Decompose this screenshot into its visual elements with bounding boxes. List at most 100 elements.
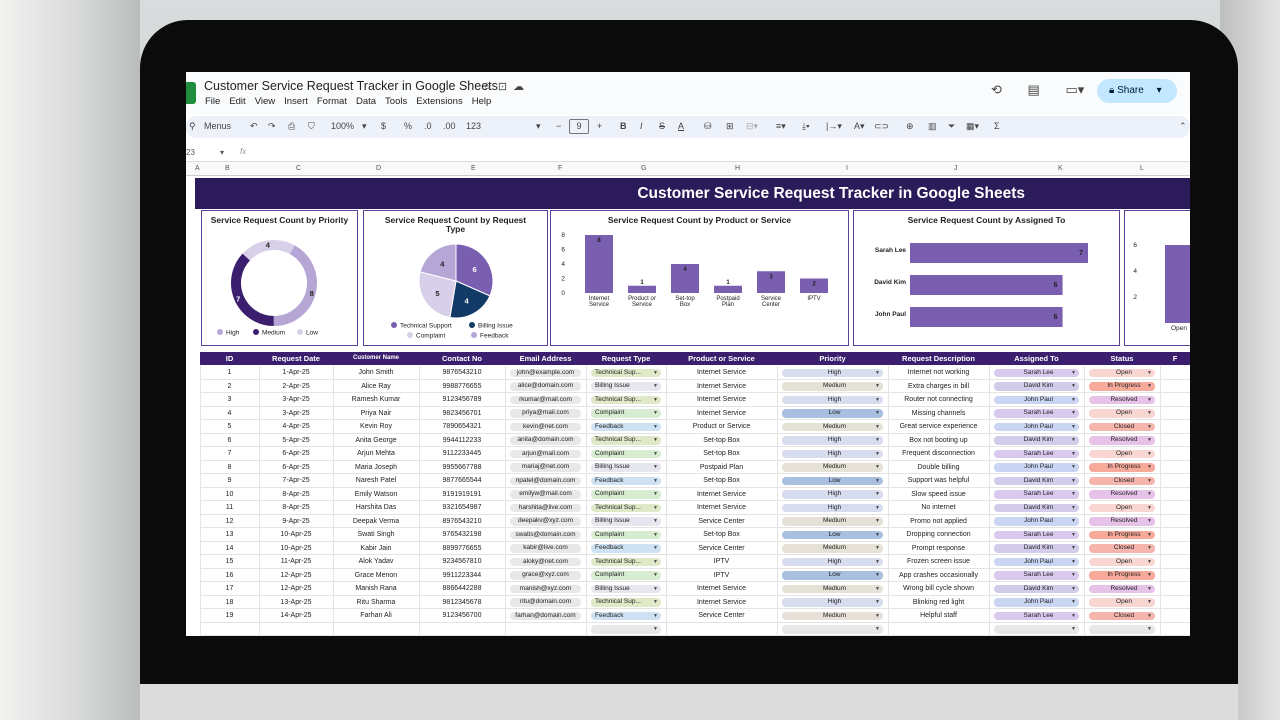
menu-extensions[interactable]: Extensions: [416, 96, 462, 107]
chevron-down-icon[interactable]: ▼: [875, 423, 880, 432]
id-cell[interactable]: 16: [200, 569, 259, 583]
print-icon[interactable]: ⎙: [288, 121, 295, 132]
chevron-down-icon[interactable]: ▼: [653, 504, 658, 513]
font-chevron-icon[interactable]: ▾: [536, 121, 541, 132]
chevron-down-icon[interactable]: ▼: [1147, 558, 1152, 567]
product-cell[interactable]: Set-top Box: [666, 474, 777, 488]
contact-no-cell[interactable]: 8866442288: [419, 582, 505, 596]
chevron-down-icon[interactable]: ▼: [875, 490, 880, 499]
chevron-down-icon[interactable]: ▼: [653, 571, 658, 580]
zoom-select[interactable]: 100%: [331, 121, 354, 131]
contact-no-cell[interactable]: 7890654321: [419, 420, 505, 434]
search-icon[interactable]: ⚲: [189, 121, 196, 132]
status-dropdown[interactable]: Open ▼: [1089, 368, 1155, 378]
email-chip[interactable]: arjun@mail.com: [510, 449, 581, 458]
chevron-down-icon[interactable]: ▼: [1071, 382, 1076, 391]
column-header-a[interactable]: A: [195, 165, 200, 172]
chevron-down-icon[interactable]: ▼: [1147, 369, 1152, 378]
chevron-down-icon[interactable]: ▼: [653, 463, 658, 472]
product-cell[interactable]: Internet Service: [666, 582, 777, 596]
column-email-address[interactable]: Email Address: [505, 352, 586, 365]
email-chip[interactable]: alice@domain.com: [510, 382, 581, 391]
menu-file[interactable]: File: [205, 96, 220, 107]
request-date-cell[interactable]: 7-Apr-25: [259, 474, 333, 488]
email-chip[interactable]: john@example.com: [510, 368, 581, 377]
chevron-down-icon[interactable]: ▼: [1147, 531, 1152, 540]
status-dropdown[interactable]: Closed ▼: [1089, 476, 1155, 485]
request-date-cell[interactable]: [259, 623, 333, 637]
product-cell[interactable]: Product or Service: [666, 420, 777, 434]
chevron-down-icon[interactable]: ▼: [1071, 436, 1076, 445]
request-date-cell[interactable]: 14-Apr-25: [259, 609, 333, 623]
email-chip[interactable]: farhan@domain.com: [510, 611, 581, 620]
column-header-k[interactable]: K: [1058, 165, 1063, 172]
chevron-down-icon[interactable]: ▼: [1071, 409, 1076, 418]
priority-dropdown[interactable]: High ▼: [782, 449, 883, 459]
email-chip[interactable]: swatis@domain.com: [510, 530, 581, 539]
column-header-g[interactable]: G: [641, 165, 646, 172]
product-chart-card[interactable]: Service Request Count by Product or Serv…: [550, 210, 849, 346]
product-cell[interactable]: Internet Service: [666, 407, 777, 421]
status-dropdown[interactable]: Resolved ▼: [1089, 584, 1155, 594]
chevron-down-icon[interactable]: ▼: [1071, 598, 1076, 607]
id-cell[interactable]: 1: [200, 366, 259, 380]
status-dropdown[interactable]: Open ▼: [1089, 557, 1155, 567]
customer-name-cell[interactable]: Farhan Ali: [333, 609, 419, 623]
contact-no-cell[interactable]: 9765432198: [419, 528, 505, 542]
customer-name-cell[interactable]: Harshita Das: [333, 501, 419, 515]
column-customer-name[interactable]: Customer Name: [333, 352, 419, 365]
chevron-down-icon[interactable]: ▼: [875, 436, 880, 445]
chevron-down-icon[interactable]: ▼: [1147, 409, 1152, 418]
priority-dropdown[interactable]: High ▼: [782, 598, 883, 607]
contact-no-cell[interactable]: 9955667788: [419, 461, 505, 475]
chevron-down-icon[interactable]: ▼: [1071, 625, 1076, 634]
menu-data[interactable]: Data: [356, 96, 376, 107]
column-header-e[interactable]: E: [471, 165, 476, 172]
chevron-down-icon[interactable]: ▼: [875, 450, 880, 459]
assigned-to-dropdown[interactable]: David Kim ▼: [994, 503, 1079, 512]
request-type-chart-card[interactable]: Service Request Count by Request Type 64…: [363, 210, 548, 346]
chevron-down-icon[interactable]: ▼: [1071, 369, 1076, 378]
request-type-dropdown[interactable]: Complaint ▼: [591, 449, 661, 458]
assigned-to-dropdown[interactable]: Sarah Lee ▼: [994, 409, 1079, 418]
product-cell[interactable]: IPTV: [666, 569, 777, 583]
chevron-down-icon[interactable]: ▼: [1147, 423, 1152, 432]
functions-icon[interactable]: Σ: [994, 121, 1000, 131]
product-cell[interactable]: Service Center: [666, 542, 777, 556]
id-cell[interactable]: 13: [200, 528, 259, 542]
menu-insert[interactable]: Insert: [284, 96, 308, 107]
request-type-dropdown[interactable]: ▼: [591, 625, 661, 634]
chevron-down-icon[interactable]: ▼: [875, 369, 880, 378]
chevron-down-icon[interactable]: ▼: [875, 531, 880, 540]
column-header-d[interactable]: D: [376, 165, 381, 172]
priority-dropdown[interactable]: Low ▼: [782, 409, 883, 418]
status-dropdown[interactable]: In Progress ▼: [1089, 382, 1155, 391]
priority-dropdown[interactable]: Medium ▼: [782, 463, 883, 472]
email-chip[interactable]: manish@xyz.com: [510, 584, 581, 593]
priority-dropdown[interactable]: High ▼: [782, 557, 883, 566]
id-cell[interactable]: 14: [200, 542, 259, 556]
product-cell[interactable]: Internet Service: [666, 366, 777, 380]
id-cell[interactable]: 6: [200, 434, 259, 448]
version-history-icon[interactable]: ⟲: [991, 82, 1002, 97]
chevron-down-icon[interactable]: ▼: [1147, 585, 1152, 594]
column-priority[interactable]: Priority: [777, 352, 888, 365]
decrease-decimal-button[interactable]: .0: [424, 121, 432, 131]
chevron-down-icon[interactable]: ▼: [875, 504, 880, 513]
id-cell[interactable]: 19: [200, 609, 259, 623]
column-request-type[interactable]: Request Type: [586, 352, 666, 365]
chevron-down-icon[interactable]: ▼: [653, 490, 658, 499]
status-dropdown[interactable]: In Progress ▼: [1089, 530, 1155, 540]
chevron-down-icon[interactable]: ▼: [1147, 436, 1152, 445]
priority-dropdown[interactable]: ▼: [782, 625, 883, 634]
product-cell[interactable]: Internet Service: [666, 393, 777, 407]
column-contact-no[interactable]: Contact No: [419, 352, 505, 365]
chevron-down-icon[interactable]: ▼: [1147, 396, 1152, 405]
document-title[interactable]: Customer Service Request Tracker in Goog…: [204, 79, 498, 93]
chevron-down-icon[interactable]: ▼: [653, 517, 658, 526]
zoom-chevron-icon[interactable]: ▾: [362, 121, 367, 132]
id-cell[interactable]: 18: [200, 596, 259, 610]
column-header-l[interactable]: L: [1140, 165, 1144, 172]
request-date-cell[interactable]: 4-Apr-25: [259, 420, 333, 434]
contact-no-cell[interactable]: 9823456701: [419, 407, 505, 421]
